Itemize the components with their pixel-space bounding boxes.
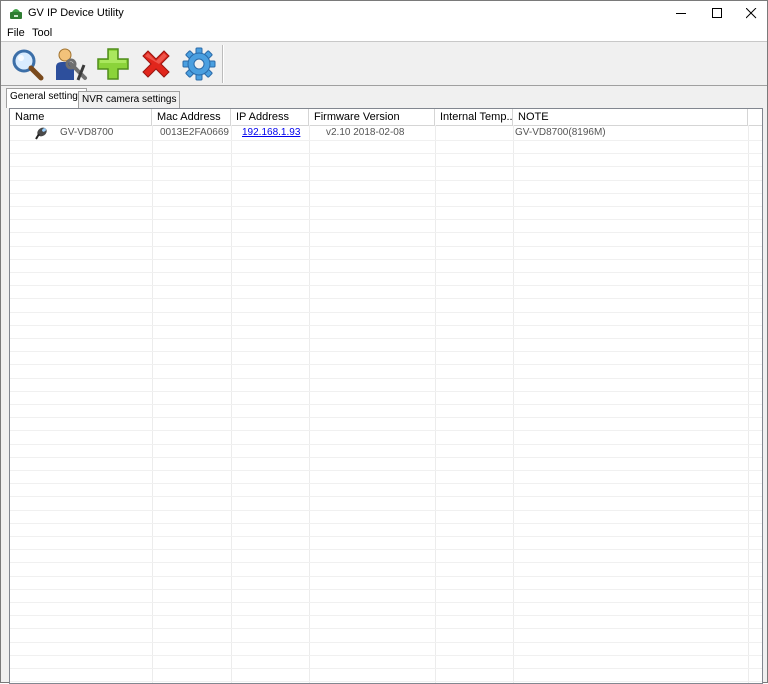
column-header-note[interactable]: NOTE [513,109,748,125]
user-tools-button[interactable] [52,45,90,83]
user-tools-icon [56,48,87,81]
grid-row-line [10,153,762,154]
grid-row-line [10,496,762,497]
grid-row-line [10,166,762,167]
window-title: GV IP Device Utility [28,7,124,19]
toolbar-separator [222,45,223,83]
grid-row-line [10,246,762,247]
cell-mac-address: 0013E2FA0669 [160,127,229,138]
menu-file[interactable]: File [7,26,25,40]
grid-row-line [10,510,762,511]
tab-general-settings[interactable]: General settings [6,88,87,108]
grid-row-line [10,444,762,445]
grid-row-line [10,193,762,194]
grid-row-line [10,642,762,643]
grid-row-line [10,351,762,352]
cell-ip-address-link[interactable]: 192.168.1.93 [242,126,300,140]
maximize-button[interactable] [699,1,735,25]
menu-tool[interactable]: Tool [32,26,52,40]
close-icon [746,8,757,19]
grid-row-line [10,391,762,392]
grid-row-line [10,562,762,563]
grid-row-line [10,180,762,181]
grid-row-line [10,219,762,220]
maximize-icon [712,8,722,18]
grid-row-line [10,364,762,365]
grid-row-line [10,232,762,233]
grid-row-line [10,272,762,273]
tab-nvr-camera-settings[interactable]: NVR camera settings [78,91,181,108]
grid-row-line [10,668,762,669]
camera-icon [34,126,48,140]
close-button[interactable] [733,1,768,25]
grid-row-line [10,325,762,326]
grid-row-line [10,681,762,682]
column-header-name[interactable]: Name [10,109,152,125]
cell-firmware-version: v2.10 2018-02-08 [326,127,405,138]
grid-row-line [10,470,762,471]
gear-icon [182,47,216,81]
list-header: Name Mac Address IP Address Firmware Ver… [10,109,762,126]
grid-row-line [10,615,762,616]
grid-row-line [10,602,762,603]
grid-row-line [10,576,762,577]
table-row[interactable]: GV-VD8700 0013E2FA0669 192.168.1.93 v2.1… [10,126,762,140]
search-button[interactable] [8,45,46,83]
app-icon [9,6,23,20]
grid-row-line [10,483,762,484]
grid-row-line [10,589,762,590]
column-header-firmware-version[interactable]: Firmware Version [309,109,435,125]
grid-row-line [10,206,762,207]
column-header-mac-address[interactable]: Mac Address [152,109,231,125]
add-icon [97,48,129,80]
grid-row-line [10,285,762,286]
grid-row-line [10,655,762,656]
app-window: GV IP Device Utility File Tool General s… [0,0,768,684]
settings-button[interactable] [180,45,218,83]
minimize-icon [676,13,686,14]
toolbar [1,41,767,86]
device-list[interactable]: Name Mac Address IP Address Firmware Ver… [9,108,763,684]
cell-note: GV-VD8700(8196M) [515,127,606,138]
delete-icon [142,50,170,78]
grid-row-line [10,628,762,629]
delete-device-button[interactable] [137,45,175,83]
grid-row-line [10,523,762,524]
cell-name: GV-VD8700 [60,127,114,138]
column-header-ip-address[interactable]: IP Address [231,109,309,125]
grid-row-line [10,378,762,379]
grid-row-line [10,140,762,141]
grid-row-line [10,259,762,260]
minimize-button[interactable] [663,1,699,25]
grid-row-line [10,457,762,458]
grid-row-line [10,338,762,339]
search-icon [12,49,44,81]
grid-row-line [10,298,762,299]
column-header-internal-temp[interactable]: Internal Temp... [435,109,513,125]
title-bar[interactable]: GV IP Device Utility [1,1,767,25]
grid-row-line [10,536,762,537]
grid-row-line [10,312,762,313]
grid-row-line [10,549,762,550]
grid-row-line [10,430,762,431]
grid-row-line [10,404,762,405]
add-device-button[interactable] [94,45,132,83]
grid-row-line [10,417,762,418]
menu-bar: File Tool [1,25,767,41]
